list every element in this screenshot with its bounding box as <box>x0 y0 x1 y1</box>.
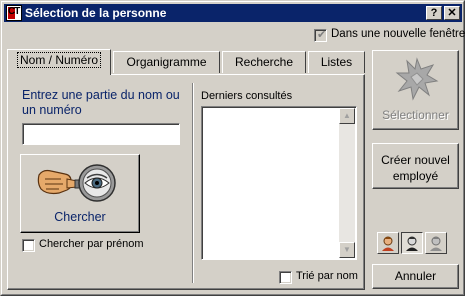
tab-label: Recherche <box>234 55 294 69</box>
close-button[interactable]: ✕ <box>444 6 460 20</box>
panel-divider <box>192 83 194 283</box>
tab-label: Organigramme <box>126 55 207 69</box>
select-button-label: Sélectionner <box>382 108 449 122</box>
checkmark-icon: ✔ <box>317 29 327 41</box>
create-employee-button[interactable]: Créer nouvel employé <box>372 143 459 189</box>
title-bar[interactable]: Sélection de la personne ? ✕ <box>4 4 462 22</box>
sorted-by-name-checkbox[interactable] <box>279 271 292 284</box>
scroll-down-icon[interactable]: ▼ <box>339 242 355 258</box>
recent-label: Derniers consultés <box>201 90 293 102</box>
new-window-checkbox[interactable]: ✔ <box>314 29 327 42</box>
tab-label: Listes <box>320 55 353 69</box>
person-filter-button-1[interactable] <box>377 232 399 254</box>
search-button-label: Chercher <box>54 210 106 224</box>
search-by-firstname-checkbox[interactable] <box>22 239 35 252</box>
tab-listes[interactable]: Listes <box>308 51 365 73</box>
tab-recherche[interactable]: Recherche <box>222 51 306 73</box>
tab-nom-numero[interactable]: Nom / Numéro <box>7 49 111 75</box>
dialog-window: Sélection de la personne ? ✕ ✔ Dans une … <box>0 0 465 296</box>
new-window-label: Dans une nouvelle fenêtre <box>331 28 465 40</box>
window-title: Sélection de la personne <box>25 6 167 20</box>
recent-scrollbar[interactable]: ▲ ▼ <box>339 108 355 258</box>
tab-label: Nom / Numéro <box>16 52 102 68</box>
cancel-button[interactable]: Annuler <box>372 264 459 289</box>
person-icon <box>382 236 394 251</box>
scroll-up-icon[interactable]: ▲ <box>339 108 355 124</box>
search-by-firstname-label: Chercher par prénom <box>39 238 144 250</box>
person-icon <box>430 236 442 251</box>
person-filter-button-2[interactable] <box>401 232 423 254</box>
name-number-input[interactable] <box>22 123 180 145</box>
puzzle-star-icon <box>395 57 439 101</box>
search-prompt: Entrez une partie du nom ou un numéro <box>22 88 180 117</box>
help-button[interactable]: ? <box>426 6 442 20</box>
recent-listbox[interactable]: ▲ ▼ <box>201 106 357 260</box>
app-logo-icon <box>6 5 22 21</box>
person-icon <box>406 236 418 251</box>
tab-organigramme[interactable]: Organigramme <box>113 51 220 73</box>
person-filter-button-3[interactable] <box>425 232 447 254</box>
select-button[interactable]: Sélectionner <box>372 50 459 130</box>
magnifier-hand-icon <box>37 164 116 202</box>
tab-panel: Entrez une partie du nom ou un numéro Ch… <box>7 74 365 290</box>
sorted-by-name-label: Trié par nom <box>296 270 358 282</box>
search-button[interactable]: Chercher <box>20 154 140 233</box>
